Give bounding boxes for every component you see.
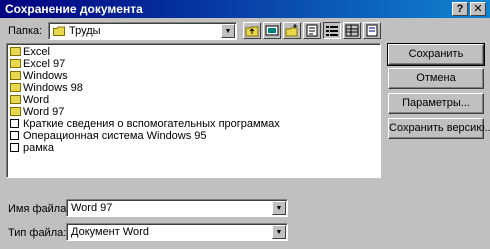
- folder-label: Папка:: [8, 25, 43, 37]
- desktop-button[interactable]: [263, 22, 281, 39]
- chevron-down-icon[interactable]: ▼: [221, 24, 235, 38]
- cancel-button[interactable]: Отмена: [388, 68, 484, 89]
- list-view-icon: [326, 26, 338, 36]
- filetype-select[interactable]: Документ Word ▼: [66, 223, 288, 241]
- folder-icon: [10, 59, 21, 68]
- file-name: рамка: [23, 142, 54, 154]
- favorites-icon: [306, 24, 318, 37]
- file-name: Excel 97: [23, 58, 66, 70]
- details-view-button[interactable]: [343, 22, 361, 39]
- file-name: Краткие сведения о вспомогательных прогр…: [23, 118, 280, 130]
- save-version-button[interactable]: Сохранить версию...: [388, 118, 490, 139]
- list-view-button[interactable]: [323, 22, 341, 39]
- new-folder-icon: [285, 24, 298, 37]
- properties-icon: [366, 24, 378, 37]
- filetype-value: Документ Word: [71, 226, 149, 238]
- filetype-label: Тип файла:: [8, 227, 67, 239]
- file-list[interactable]: Excel Excel 97 Windows Windows 98 Word W…: [6, 43, 381, 178]
- desktop-icon: [265, 25, 279, 36]
- new-folder-button[interactable]: [283, 22, 301, 39]
- folder-value: Труды: [69, 25, 101, 37]
- file-name: Windows 98: [23, 82, 83, 94]
- folder-icon: [10, 71, 21, 80]
- chevron-down-icon[interactable]: ▼: [272, 201, 286, 215]
- folder-icon: [10, 47, 21, 56]
- options-button[interactable]: Параметры...: [388, 93, 484, 114]
- document-icon: [10, 131, 19, 140]
- file-name: Word 97: [23, 106, 65, 118]
- file-name: Операционная система Windows 95: [23, 130, 207, 142]
- title-bar: Сохранение документа ? ✕: [0, 0, 490, 18]
- filename-label: Имя файла:: [8, 203, 70, 215]
- folder-icon: [10, 83, 21, 92]
- favorites-button[interactable]: [303, 22, 321, 39]
- file-name: Word: [23, 94, 50, 106]
- filename-value: Word 97: [71, 202, 113, 214]
- document-icon: [10, 143, 19, 152]
- folder-icon: [10, 107, 21, 116]
- save-button[interactable]: Сохранить: [387, 43, 485, 66]
- folder-combo[interactable]: Труды ▼: [48, 22, 237, 40]
- file-name: Windows: [23, 70, 68, 82]
- close-button[interactable]: ✕: [470, 2, 486, 16]
- window-title: Сохранение документа: [5, 2, 143, 16]
- properties-button[interactable]: [363, 22, 381, 39]
- filename-field[interactable]: Word 97 ▼: [66, 199, 288, 217]
- file-name: Excel: [23, 46, 50, 58]
- folder-icon: [53, 26, 65, 36]
- help-button[interactable]: ?: [452, 2, 468, 16]
- up-folder-icon: [245, 26, 259, 37]
- folder-icon: [10, 95, 21, 104]
- details-view-icon: [345, 24, 359, 37]
- chevron-down-icon[interactable]: ▼: [272, 225, 286, 239]
- document-icon: [10, 119, 19, 128]
- up-folder-button[interactable]: [243, 22, 261, 39]
